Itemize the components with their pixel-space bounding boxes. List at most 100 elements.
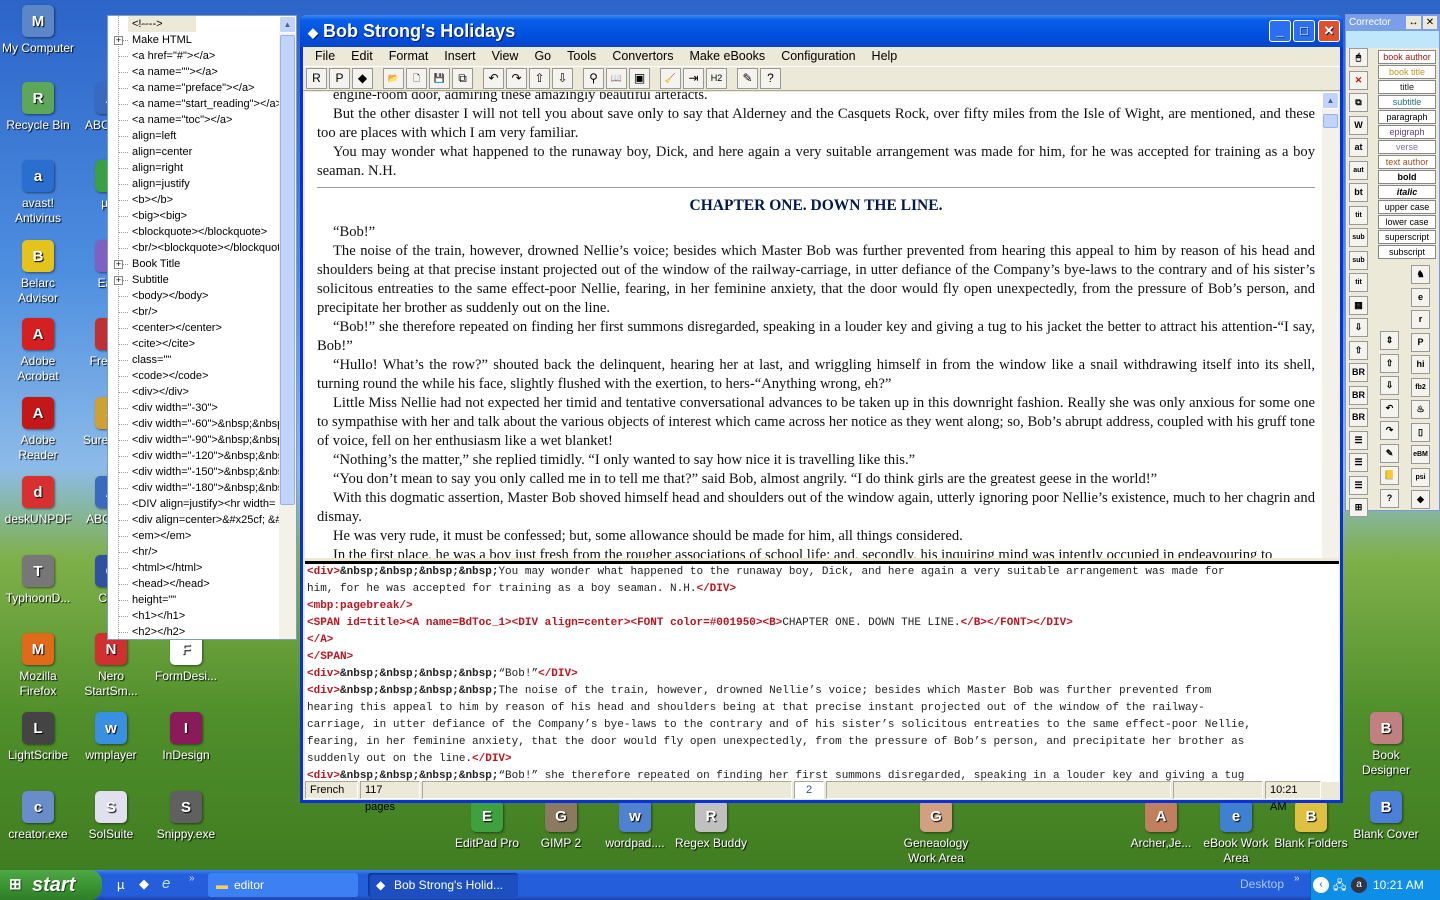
tag-item[interactable]: <body></body>: [108, 288, 296, 304]
desktop-icon[interactable]: R Regex Buddy: [673, 800, 749, 851]
tag-item[interactable]: <div width="-180">&nbsp;&nbsp;: [108, 480, 296, 496]
tag-item[interactable]: <h2></h2>: [108, 624, 296, 639]
desktop-icon[interactable]: d deskUNPDF: [0, 476, 76, 527]
maximize-button[interactable]: □: [1293, 20, 1315, 42]
ebook-icon[interactable]: e: [1411, 287, 1430, 307]
tag-item[interactable]: align=justify: [108, 176, 296, 192]
scroll-thumb[interactable]: [1323, 114, 1338, 128]
tag-item[interactable]: <div width="-120">&nbsp;&nbsp;: [108, 448, 296, 464]
tag-item[interactable]: <div width="-150">&nbsp;&nbsp;: [108, 464, 296, 480]
br-icon[interactable]: BR: [1349, 363, 1368, 382]
corrector-bold-button[interactable]: bold: [1378, 170, 1436, 184]
tree-icon[interactable]: ⊞: [1349, 498, 1368, 517]
copy-icon[interactable]: ⧉: [1349, 93, 1368, 112]
frame-icon[interactable]: ▯: [1411, 422, 1430, 442]
tag-item[interactable]: align=left: [108, 128, 296, 144]
corrector-superscript-button[interactable]: superscript: [1378, 230, 1436, 244]
tag-item[interactable]: align=right: [108, 160, 296, 176]
desktop-icon[interactable]: w wmplayer: [73, 712, 149, 763]
desktop-icon[interactable]: e eBook Work Area: [1198, 800, 1274, 866]
tag-item[interactable]: <div width="-30">: [108, 400, 296, 416]
case-swap-icon[interactable]: at: [1349, 138, 1368, 157]
lines-icon[interactable]: ☰: [1349, 430, 1368, 450]
tag-item[interactable]: <a name="preface"></a>: [108, 80, 296, 96]
mouse-icon[interactable]: 🖱: [1349, 48, 1368, 67]
book-icon[interactable]: 📒: [1380, 466, 1399, 485]
up-icon[interactable]: ⇧: [1380, 353, 1399, 373]
book-designer-icon[interactable]: ◆: [139, 876, 149, 892]
tag-item[interactable]: <div></div>: [108, 384, 296, 400]
open-icon[interactable]: 📂: [383, 68, 404, 89]
desktop-icon[interactable]: L LightScribe: [0, 712, 76, 763]
utorrent-icon[interactable]: µ: [117, 877, 125, 892]
find-icon[interactable]: ⚲: [583, 68, 604, 89]
desktop-icon[interactable]: M My Computer: [0, 5, 76, 56]
corrector-subtitle-button[interactable]: subtitle: [1378, 95, 1436, 109]
desktop-icon[interactable]: S Snippy.exe: [148, 791, 224, 842]
expand-icon[interactable]: +: [114, 276, 123, 285]
tag-item[interactable]: <br/>: [108, 304, 296, 320]
image-icon[interactable]: ▣: [629, 68, 650, 89]
close-icon[interactable]: ✕: [1423, 16, 1437, 29]
move-up-icon[interactable]: ⇧: [1349, 340, 1368, 360]
fb2-icon[interactable]: fb2: [1411, 377, 1430, 397]
save-all-icon[interactable]: ⧉: [452, 68, 473, 89]
reader-icon[interactable]: R: [306, 68, 327, 89]
help-icon[interactable]: ?: [1380, 488, 1399, 508]
minimize-button[interactable]: _: [1269, 20, 1291, 42]
tree-icon[interactable]: r: [1411, 310, 1430, 329]
desktop-icon[interactable]: T TyphoonD...: [0, 555, 76, 606]
tag-item[interactable]: Subtitle: [108, 272, 296, 288]
redo-icon[interactable]: ↷: [506, 68, 527, 89]
book-designer-icon[interactable]: ◆: [1411, 490, 1430, 509]
lines3-icon[interactable]: ☰: [1349, 475, 1368, 495]
chevron-icon[interactable]: »: [1294, 873, 1300, 884]
palm-icon[interactable]: P: [329, 68, 350, 89]
tag-item[interactable]: <a name=""></a>: [108, 64, 296, 80]
expand-icon[interactable]: +: [114, 260, 123, 269]
tag-item[interactable]: <b></b>: [108, 192, 296, 208]
desktop-icon[interactable]: R Recycle Bin: [0, 82, 76, 133]
tit-sub-icon[interactable]: tit: [1349, 273, 1368, 292]
clock[interactable]: 10:21 AM: [1373, 870, 1424, 900]
ebm-icon[interactable]: eBM: [1411, 445, 1430, 464]
desktop-icon[interactable]: B Belarc Advisor: [0, 240, 76, 306]
tag-item[interactable]: <div align=center>&#x25cf; &#: [108, 512, 296, 528]
menu-tools[interactable]: Tools: [559, 47, 604, 66]
tag-item[interactable]: Make HTML: [108, 32, 296, 48]
tag-item[interactable]: <em></em>: [108, 528, 296, 544]
task-bob-strong[interactable]: ◆ Bob Strong's Holid...: [368, 873, 518, 897]
down-icon[interactable]: ⇩: [1380, 376, 1399, 395]
scroll-up-icon[interactable]: ▲: [1322, 92, 1339, 109]
pen-icon[interactable]: ✎: [737, 68, 758, 89]
menu-insert[interactable]: Insert: [436, 47, 483, 66]
book-open-icon[interactable]: 📖: [606, 68, 627, 89]
corrector-paragraph-button[interactable]: paragraph: [1378, 110, 1436, 124]
tag-item[interactable]: <html></html>: [108, 560, 296, 576]
tag-item[interactable]: <div width="-90">&nbsp;&nbsp;: [108, 432, 296, 448]
corrector-upper-case-button[interactable]: upper case: [1378, 200, 1436, 214]
tag-panel-scrollbar[interactable]: ▲: [279, 16, 296, 639]
tag-item[interactable]: <a name="start_reading"></a>: [108, 96, 296, 112]
desktop-icon[interactable]: A Adobe Acrobat: [0, 318, 76, 384]
status-page-number[interactable]: 2: [794, 781, 824, 799]
palm-icon[interactable]: P: [1411, 332, 1430, 352]
desktop-icon[interactable]: A Archer,Je...: [1123, 800, 1199, 851]
redo-icon[interactable]: ↷: [1380, 421, 1399, 440]
tag-item[interactable]: <code></code>: [108, 368, 296, 384]
insert-icon[interactable]: ⇥: [683, 68, 704, 89]
undo-icon[interactable]: ↶: [1380, 398, 1399, 418]
scroll-thumb[interactable]: [280, 35, 295, 505]
sub-case-icon[interactable]: sub: [1349, 228, 1368, 247]
corrector-title-button[interactable]: title: [1378, 80, 1436, 94]
corrector-epigraph-button[interactable]: epigraph: [1378, 125, 1436, 139]
desktop-toolbar-label[interactable]: Desktop: [1240, 877, 1284, 891]
tag-item[interactable]: height="": [108, 592, 296, 608]
corrector-lower-case-button[interactable]: lower case: [1378, 215, 1436, 229]
down-icon[interactable]: ⇩: [552, 68, 573, 89]
scroll-up-icon[interactable]: ▲: [279, 16, 296, 33]
undo-icon[interactable]: ↶: [483, 68, 504, 89]
figure-icon[interactable]: ♞: [1411, 265, 1430, 284]
corrector-text-author-button[interactable]: text author: [1378, 155, 1436, 169]
desktop-icon[interactable]: E EditPad Pro: [449, 800, 525, 851]
